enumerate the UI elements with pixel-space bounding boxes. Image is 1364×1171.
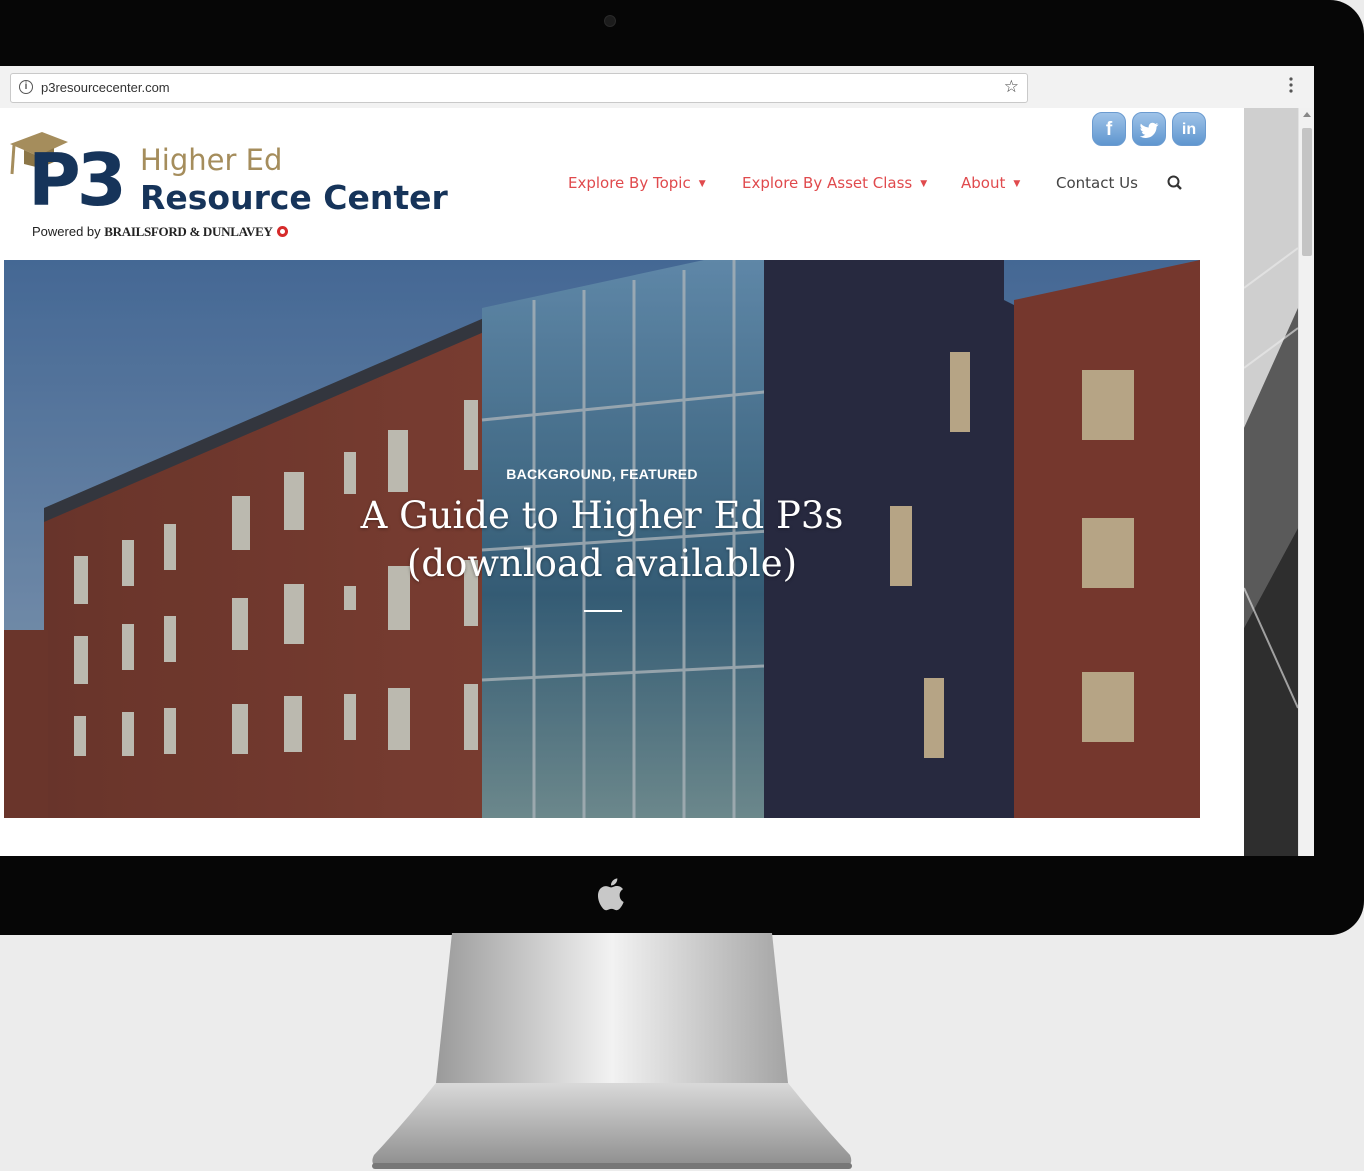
logo-line-2: Resource Center bbox=[140, 178, 448, 217]
linkedin-icon[interactable]: in bbox=[1172, 112, 1206, 146]
hero-divider bbox=[584, 610, 622, 612]
bookmark-star-icon[interactable]: ☆ bbox=[1004, 77, 1019, 97]
scroll-up-arrow-icon[interactable] bbox=[1303, 112, 1311, 117]
nav-explore-by-topic[interactable]: Explore By Topic ▼ bbox=[568, 174, 706, 192]
address-bar[interactable]: i p3resourcecenter.com ☆ bbox=[10, 73, 1028, 103]
scrollbar-thumb[interactable] bbox=[1302, 128, 1312, 256]
monitor-stand bbox=[372, 933, 852, 1169]
nav-topic-label: Explore By Topic bbox=[568, 174, 691, 192]
powered-prefix: Powered by bbox=[32, 224, 105, 239]
nav-explore-by-asset-class[interactable]: Explore By Asset Class ▼ bbox=[742, 174, 927, 192]
search-icon[interactable] bbox=[1166, 174, 1184, 192]
caret-down-icon: ▼ bbox=[920, 179, 928, 189]
site-header: P3 Higher Ed Resource Center Powered by … bbox=[0, 108, 1244, 260]
powered-brand: BRAILSFORD & DUNLAVEY bbox=[104, 224, 273, 239]
url-text[interactable]: p3resourcecenter.com bbox=[41, 80, 170, 95]
logo-line-1: Higher Ed bbox=[140, 143, 283, 177]
monitor-screen: i p3resourcecenter.com ☆ P3 Higher Ed Re… bbox=[0, 66, 1314, 856]
page-scrollbar[interactable] bbox=[1298, 108, 1314, 856]
browser-menu-icon[interactable] bbox=[1288, 76, 1294, 94]
logo-mark: P3 bbox=[28, 138, 127, 222]
twitter-icon[interactable] bbox=[1132, 112, 1166, 146]
caret-down-icon: ▼ bbox=[1013, 179, 1021, 189]
social-links: f in bbox=[1092, 112, 1212, 150]
hero-title[interactable]: A Guide to Higher Ed P3s (download avail… bbox=[304, 492, 900, 588]
hero-categories[interactable]: BACKGROUND, FEATURED bbox=[4, 466, 1200, 482]
facebook-icon[interactable]: f bbox=[1092, 112, 1126, 146]
apple-logo-icon bbox=[597, 878, 624, 911]
nav-contact-us[interactable]: Contact Us bbox=[1056, 174, 1138, 192]
nav-about[interactable]: About ▼ bbox=[961, 174, 1020, 192]
powered-by: Powered by BRAILSFORD & DUNLAVEY bbox=[32, 224, 288, 240]
site-logo[interactable]: P3 Higher Ed Resource Center Powered by … bbox=[4, 124, 464, 256]
caret-down-icon: ▼ bbox=[698, 179, 706, 189]
info-icon[interactable]: i bbox=[19, 80, 33, 94]
nav-about-label: About bbox=[961, 174, 1006, 192]
brand-mark-icon bbox=[276, 226, 288, 237]
nav-asset-label: Explore By Asset Class bbox=[742, 174, 913, 192]
hero-banner[interactable]: BACKGROUND, FEATURED A Guide to Higher E… bbox=[4, 260, 1200, 818]
adjacent-slide-image bbox=[1244, 108, 1298, 856]
browser-toolbar: i p3resourcecenter.com ☆ bbox=[0, 66, 1314, 109]
camera-icon bbox=[604, 15, 616, 27]
